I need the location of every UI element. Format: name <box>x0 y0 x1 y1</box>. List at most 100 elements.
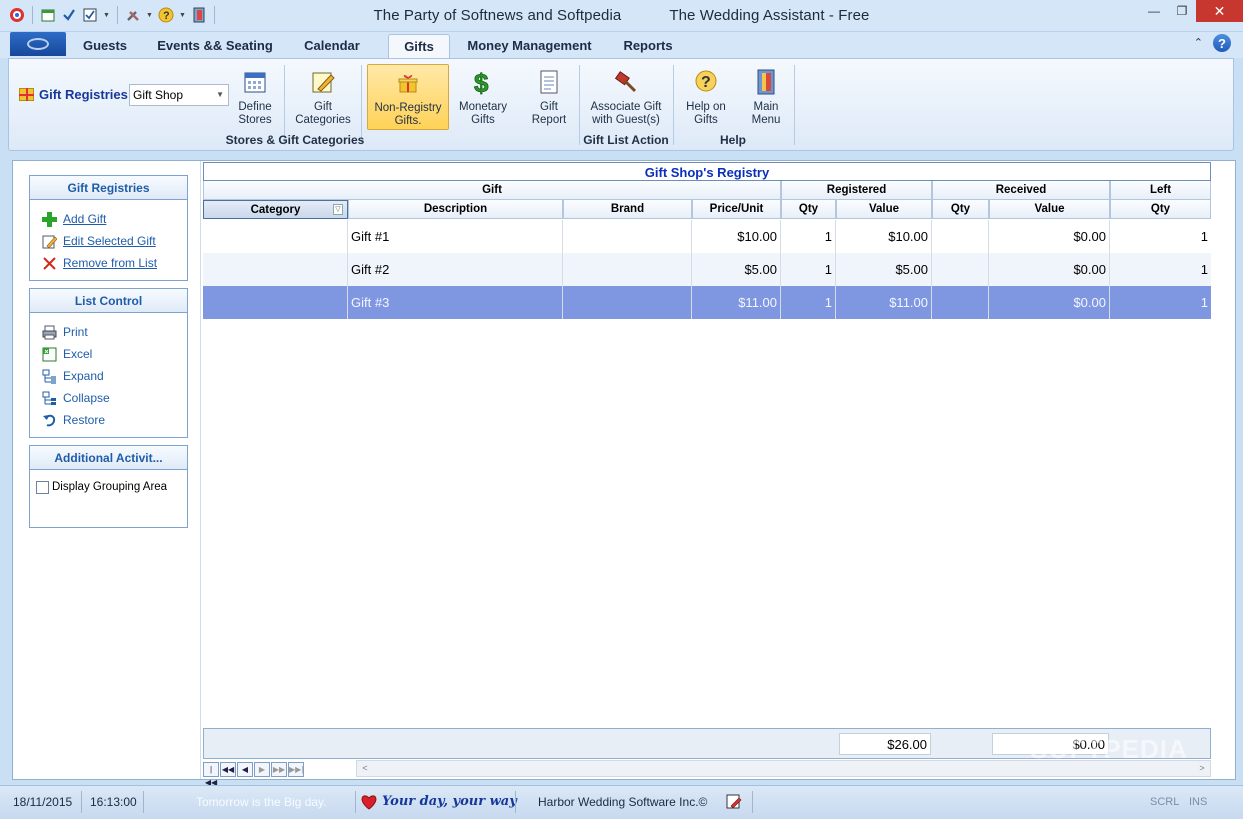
cell-price: $10.00 <box>692 220 781 253</box>
app-logo-icon[interactable] <box>8 6 26 24</box>
display-grouping-area-checkbox[interactable] <box>36 480 49 494</box>
cell-left-qty: 1 <box>1200 229 1208 244</box>
edit-note-icon[interactable] <box>726 791 742 813</box>
registry-select[interactable]: Gift Shop ▼ <box>129 84 229 106</box>
column-header-brand[interactable]: Brand <box>563 200 692 219</box>
collapse-link[interactable]: Collapse <box>30 387 187 409</box>
remove-from-list-label: Remove from List <box>63 256 158 270</box>
associate-gift-button[interactable]: Associate Gift with Guest(s) <box>585 64 667 130</box>
chevron-down-icon[interactable]: ▼ <box>178 12 187 19</box>
status-slogan-text: Your day, your way <box>382 794 517 809</box>
total-received-value: $0.00 <box>992 733 1109 755</box>
tools-icon[interactable] <box>124 6 142 24</box>
status-insert: INS <box>1189 796 1208 808</box>
gift-categories-button[interactable]: Gift Categories <box>292 64 354 130</box>
chevron-down-icon[interactable]: ▼ <box>145 12 154 19</box>
previous-record-icon[interactable]: ◀ <box>237 761 253 777</box>
column-header-registered-value[interactable]: Value <box>836 200 932 219</box>
rings-logo-icon <box>27 38 49 50</box>
column-header-received-value[interactable]: Value <box>989 200 1110 219</box>
checklist-icon[interactable] <box>81 6 99 24</box>
display-grouping-area-label: Display Grouping Area <box>52 481 168 493</box>
gift-categories-label: Gift Categories <box>295 101 351 126</box>
expand-link[interactable]: Expand <box>30 365 187 387</box>
status-date: 18/11/2015 <box>13 795 73 809</box>
total-registered-value: $26.00 <box>839 733 931 755</box>
previous-page-icon[interactable]: ◀◀ <box>220 761 236 777</box>
tab-gifts[interactable]: Gifts <box>388 34 450 59</box>
status-separator <box>143 791 144 813</box>
restore-link[interactable]: Restore <box>30 409 187 431</box>
edit-selected-gift-label: Edit Selected Gift <box>63 234 156 248</box>
tab-calendar[interactable]: Calendar <box>294 34 370 58</box>
column-header-left-qty[interactable]: Qty <box>1110 200 1211 219</box>
edit-selected-gift-link[interactable]: Edit Selected Gift <box>30 230 187 252</box>
exit-door-icon[interactable] <box>190 6 208 24</box>
column-header-description[interactable]: Description <box>348 200 563 219</box>
app-title: The Wedding Assistant - Free <box>669 7 870 24</box>
toolbar-separator <box>214 6 215 24</box>
column-header-price-unit[interactable]: Price/Unit <box>692 200 781 219</box>
monetary-gifts-button[interactable]: $ Monetary Gifts <box>455 64 511 130</box>
collapse-ribbon-icon[interactable]: ⌃ <box>1194 36 1203 49</box>
checkmark-icon[interactable] <box>60 6 78 24</box>
application-menu-button[interactable] <box>10 32 66 56</box>
help-on-gifts-label: Help on Gifts <box>686 101 726 126</box>
tab-events-seating[interactable]: Events && Seating <box>144 34 286 58</box>
column-header-registered-qty[interactable]: Qty <box>781 200 836 219</box>
tab-guests[interactable]: Guests <box>75 34 135 58</box>
cell-brand <box>563 220 692 253</box>
edit-note-icon <box>308 67 338 97</box>
gift-report-button[interactable]: Gift Report <box>525 64 573 130</box>
display-grouping-area-option[interactable]: Display Grouping Area <box>30 476 187 498</box>
gift-box-icon <box>393 68 423 98</box>
status-company: Harbor Wedding Software Inc.© <box>538 795 708 809</box>
scroll-left-icon[interactable]: < <box>357 761 373 776</box>
excel-link[interactable]: Excel <box>30 343 187 365</box>
chevron-down-icon[interactable]: ▼ <box>102 12 111 19</box>
first-record-icon[interactable]: |◀◀ <box>203 761 219 787</box>
gift-registries-text: Gift Registries <box>39 87 128 102</box>
non-registry-gifts-button[interactable]: Non-Registry Gifts. <box>367 64 449 130</box>
help-on-gifts-button[interactable]: ? Help on Gifts <box>679 64 733 130</box>
horizontal-scrollbar[interactable]: < > <box>356 760 1211 777</box>
help-icon[interactable]: ? <box>1213 34 1231 52</box>
cell-left-qty: 1 <box>1200 262 1208 277</box>
status-separator <box>81 791 82 813</box>
close-icon[interactable]: ✕ <box>1196 0 1243 22</box>
help-icon[interactable]: ? <box>157 6 175 24</box>
next-record-icon[interactable]: ▶ <box>254 761 270 777</box>
table-row[interactable]: Gift #1 $10.00 1 $10.00 $0.00 1 <box>203 220 1211 253</box>
table-row[interactable]: Gift #2 $5.00 1 $5.00 $0.00 1 <box>203 253 1211 286</box>
column-header-category[interactable]: Category ▽ <box>203 200 348 219</box>
next-page-icon[interactable]: ▶▶ <box>271 761 287 777</box>
scroll-right-icon[interactable]: > <box>1194 761 1210 776</box>
last-record-icon[interactable]: ▶▶| <box>288 761 304 777</box>
minimize-icon[interactable]: — <box>1140 0 1168 22</box>
define-stores-button[interactable]: Define Stores <box>231 64 279 130</box>
print-link[interactable]: Print <box>30 321 187 343</box>
restore-icon[interactable]: ❐ <box>1168 0 1196 22</box>
status-slogan: Your day, your way <box>360 791 517 813</box>
cell-description: Gift #2 <box>348 253 563 286</box>
add-gift-link[interactable]: Add Gift <box>30 208 187 230</box>
cell-brand <box>563 286 692 319</box>
tab-money-management[interactable]: Money Management <box>458 34 601 58</box>
list-control-panel-title: List Control <box>30 289 187 313</box>
delete-x-icon <box>41 255 57 271</box>
filter-icon[interactable]: ▽ <box>333 204 343 215</box>
status-scroll-lock: SCRL <box>1150 796 1180 808</box>
remove-from-list-link[interactable]: Remove from List <box>30 252 187 274</box>
cell-received-qty <box>932 286 989 319</box>
calendar-icon[interactable] <box>39 6 57 24</box>
collapse-label: Collapse <box>63 391 110 405</box>
sidebar: Gift Registries Add Gift Edit Selected G… <box>13 161 201 779</box>
cell-category <box>203 253 348 286</box>
gift-report-label: Gift Report <box>531 101 567 126</box>
toolbar-separator <box>117 6 118 24</box>
tab-reports[interactable]: Reports <box>612 34 684 58</box>
table-row-selected[interactable]: Gift #3 $11.00 1 $11.00 $0.00 1 <box>203 286 1211 319</box>
gavel-icon <box>611 67 641 97</box>
main-menu-button[interactable]: Main Menu <box>741 64 791 130</box>
column-header-received-qty[interactable]: Qty <box>932 200 989 219</box>
